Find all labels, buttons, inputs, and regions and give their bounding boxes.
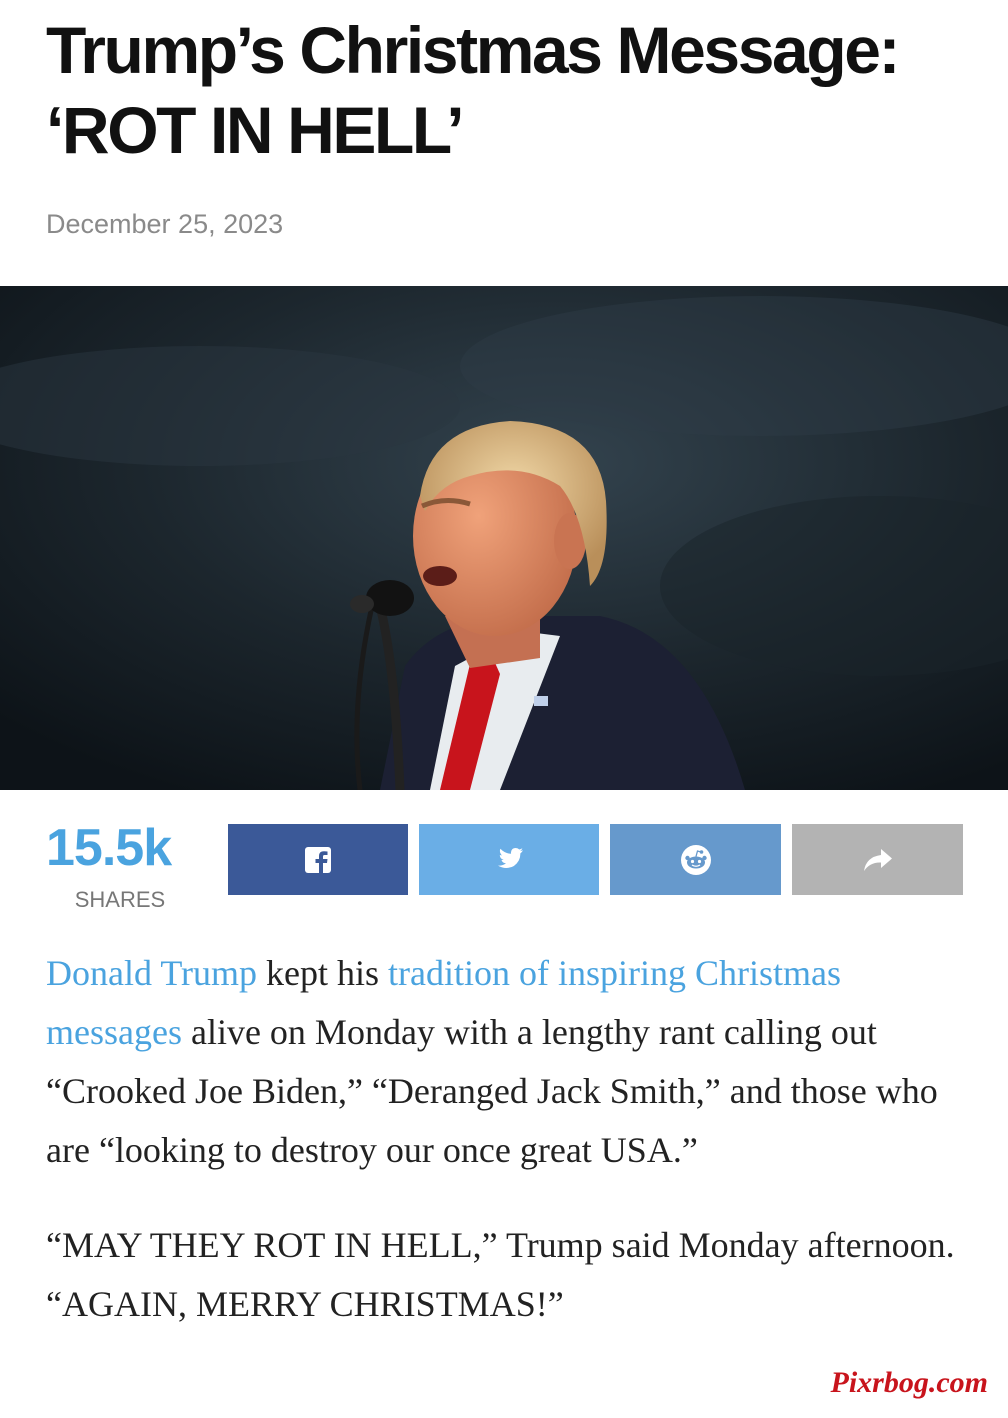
facebook-icon: [305, 846, 331, 874]
reddit-icon: [680, 844, 711, 875]
twitter-icon: [498, 847, 523, 868]
paragraph-2: “MAY THEY ROT IN HELL,” Trump said Monda…: [46, 1225, 955, 1324]
paragraph-1-text-a: kept his: [257, 953, 389, 993]
article-body: Donald Trump kept his tradition of inspi…: [46, 944, 976, 1370]
share-arrow-icon: [863, 848, 892, 871]
article-date: December 25, 2023: [46, 209, 284, 239]
facebook-share-button[interactable]: [228, 824, 408, 895]
donald-trump-link[interactable]: Donald Trump: [46, 953, 257, 993]
more-share-button[interactable]: [792, 824, 963, 895]
paragraph-1: Donald Trump kept his tradition of inspi…: [46, 944, 976, 1180]
share-count-label: SHARES: [74, 887, 166, 912]
article-title: Trump’s Christmas Message: ‘ROT IN HELL’: [46, 13, 901, 167]
watermark: Pixrbog.com: [830, 1366, 989, 1399]
twitter-share-button[interactable]: [419, 824, 599, 895]
hero-image: [0, 286, 1008, 790]
reddit-share-button[interactable]: [610, 824, 781, 895]
share-count: 15.5k: [46, 819, 172, 877]
